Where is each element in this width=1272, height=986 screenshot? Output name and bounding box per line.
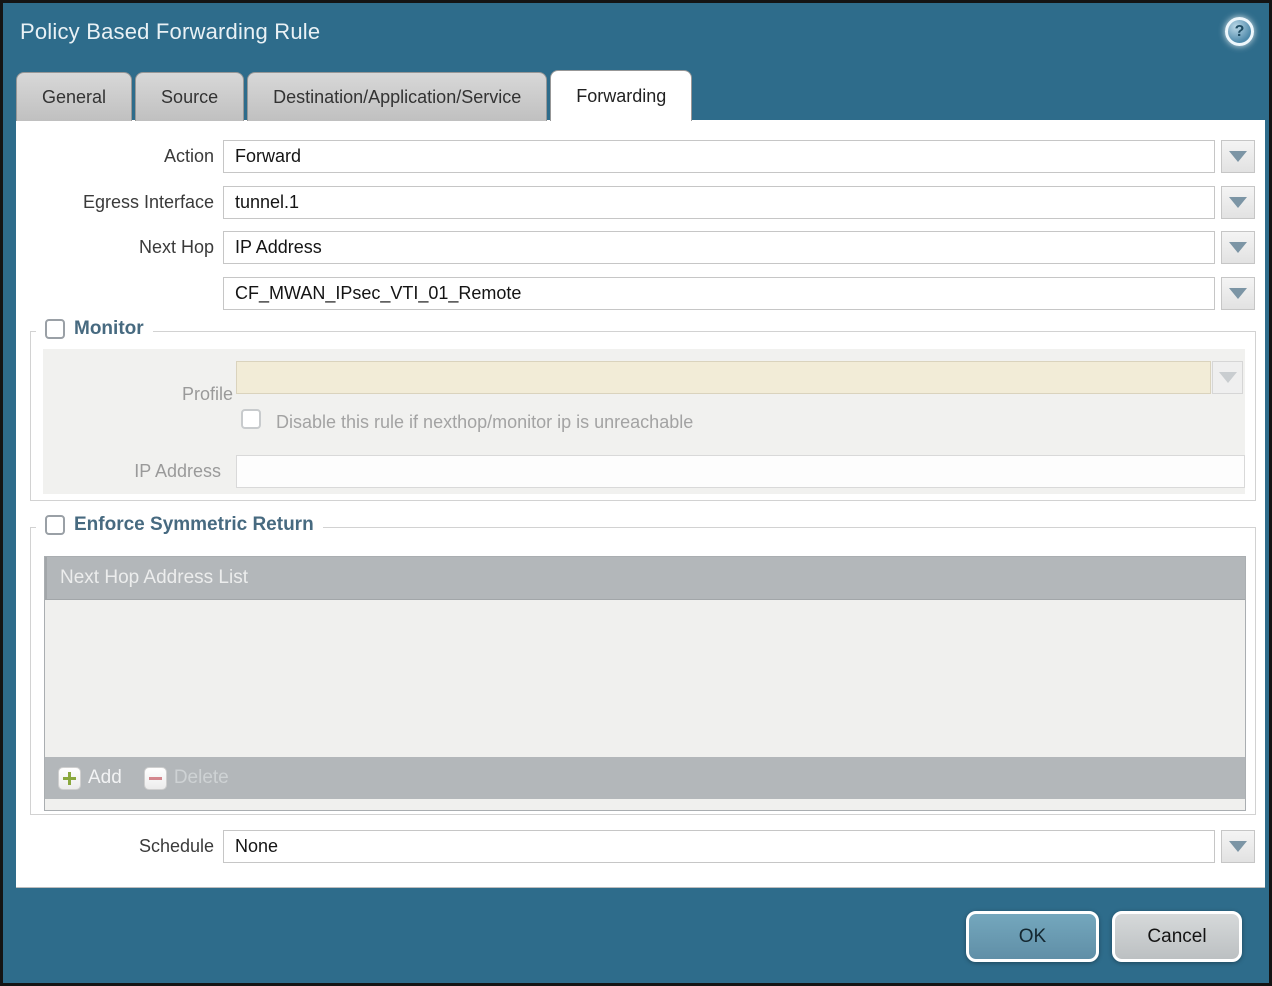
- plus-icon: [58, 767, 81, 790]
- next-hop-type-select[interactable]: IP Address: [223, 231, 1215, 264]
- help-button[interactable]: ?: [1225, 17, 1254, 46]
- next-hop-address-select[interactable]: CF_MWAN_IPsec_VTI_01_Remote: [223, 277, 1215, 310]
- chevron-down-icon: [1229, 151, 1247, 162]
- forwarding-tab-panel: Action Forward Egress Interface tunnel.1…: [16, 120, 1265, 888]
- table-bottom-strip: [45, 799, 1245, 810]
- profile-label: Profile: [43, 378, 233, 411]
- next-hop-address-dropdown-button[interactable]: [1221, 277, 1255, 310]
- monitor-section: Monitor Profile Disable this rule if nex…: [30, 331, 1256, 501]
- next-hop-type-dropdown-button[interactable]: [1221, 231, 1255, 264]
- chevron-down-icon: [1229, 242, 1247, 253]
- question-icon: ?: [1235, 23, 1245, 41]
- pbf-rule-dialog: Policy Based Forwarding Rule ? General S…: [0, 0, 1272, 986]
- tab-forwarding[interactable]: Forwarding: [550, 70, 692, 121]
- add-button[interactable]: Add: [58, 767, 122, 790]
- cancel-button[interactable]: Cancel: [1112, 911, 1242, 962]
- table-header: Next Hop Address List: [45, 557, 1245, 600]
- chevron-down-icon: [1229, 288, 1247, 299]
- ok-button[interactable]: OK: [966, 911, 1099, 962]
- dialog-title: Policy Based Forwarding Rule: [20, 19, 320, 45]
- action-label: Action: [16, 140, 214, 173]
- monitor-legend: Monitor: [36, 318, 153, 340]
- enforce-symmetric-return-checkbox[interactable]: [45, 515, 65, 535]
- monitor-checkbox[interactable]: [45, 319, 65, 339]
- monitor-profile-select: [236, 361, 1211, 394]
- chevron-down-icon: [1229, 197, 1247, 208]
- tab-source[interactable]: Source: [135, 72, 244, 121]
- action-dropdown-button[interactable]: [1221, 140, 1255, 173]
- tab-general[interactable]: General: [16, 72, 132, 121]
- table-footer: Add Delete: [45, 757, 1245, 799]
- egress-interface-dropdown-button[interactable]: [1221, 186, 1255, 219]
- tab-bar: General Source Destination/Application/S…: [16, 71, 692, 121]
- egress-interface-label: Egress Interface: [16, 186, 214, 219]
- enforce-legend: Enforce Symmetric Return: [36, 514, 323, 536]
- schedule-select[interactable]: None: [223, 830, 1215, 863]
- monitor-ip-address-input: [236, 455, 1245, 488]
- next-hop-address-list-table: Next Hop Address List Add Delete: [44, 556, 1246, 811]
- action-select[interactable]: Forward: [223, 140, 1215, 173]
- egress-interface-select[interactable]: tunnel.1: [223, 186, 1215, 219]
- tab-destination-application-service[interactable]: Destination/Application/Service: [247, 72, 547, 121]
- chevron-down-icon: [1229, 841, 1247, 852]
- disable-rule-checkbox: [241, 409, 261, 429]
- enforce-legend-label: Enforce Symmetric Return: [74, 514, 314, 536]
- minus-icon: [144, 767, 167, 790]
- schedule-dropdown-button[interactable]: [1221, 830, 1255, 863]
- table-body-empty: [45, 600, 1245, 757]
- monitor-profile-dropdown-button: [1212, 361, 1243, 394]
- monitor-legend-label: Monitor: [74, 318, 144, 340]
- delete-button: Delete: [144, 767, 229, 790]
- enforce-symmetric-return-section: Enforce Symmetric Return Next Hop Addres…: [30, 527, 1256, 815]
- schedule-label: Schedule: [16, 830, 214, 863]
- chevron-down-icon: [1219, 372, 1237, 383]
- disable-rule-label: Disable this rule if nexthop/monitor ip …: [276, 412, 693, 433]
- monitor-ip-address-label: IP Address: [31, 455, 221, 488]
- next-hop-label: Next Hop: [16, 231, 214, 264]
